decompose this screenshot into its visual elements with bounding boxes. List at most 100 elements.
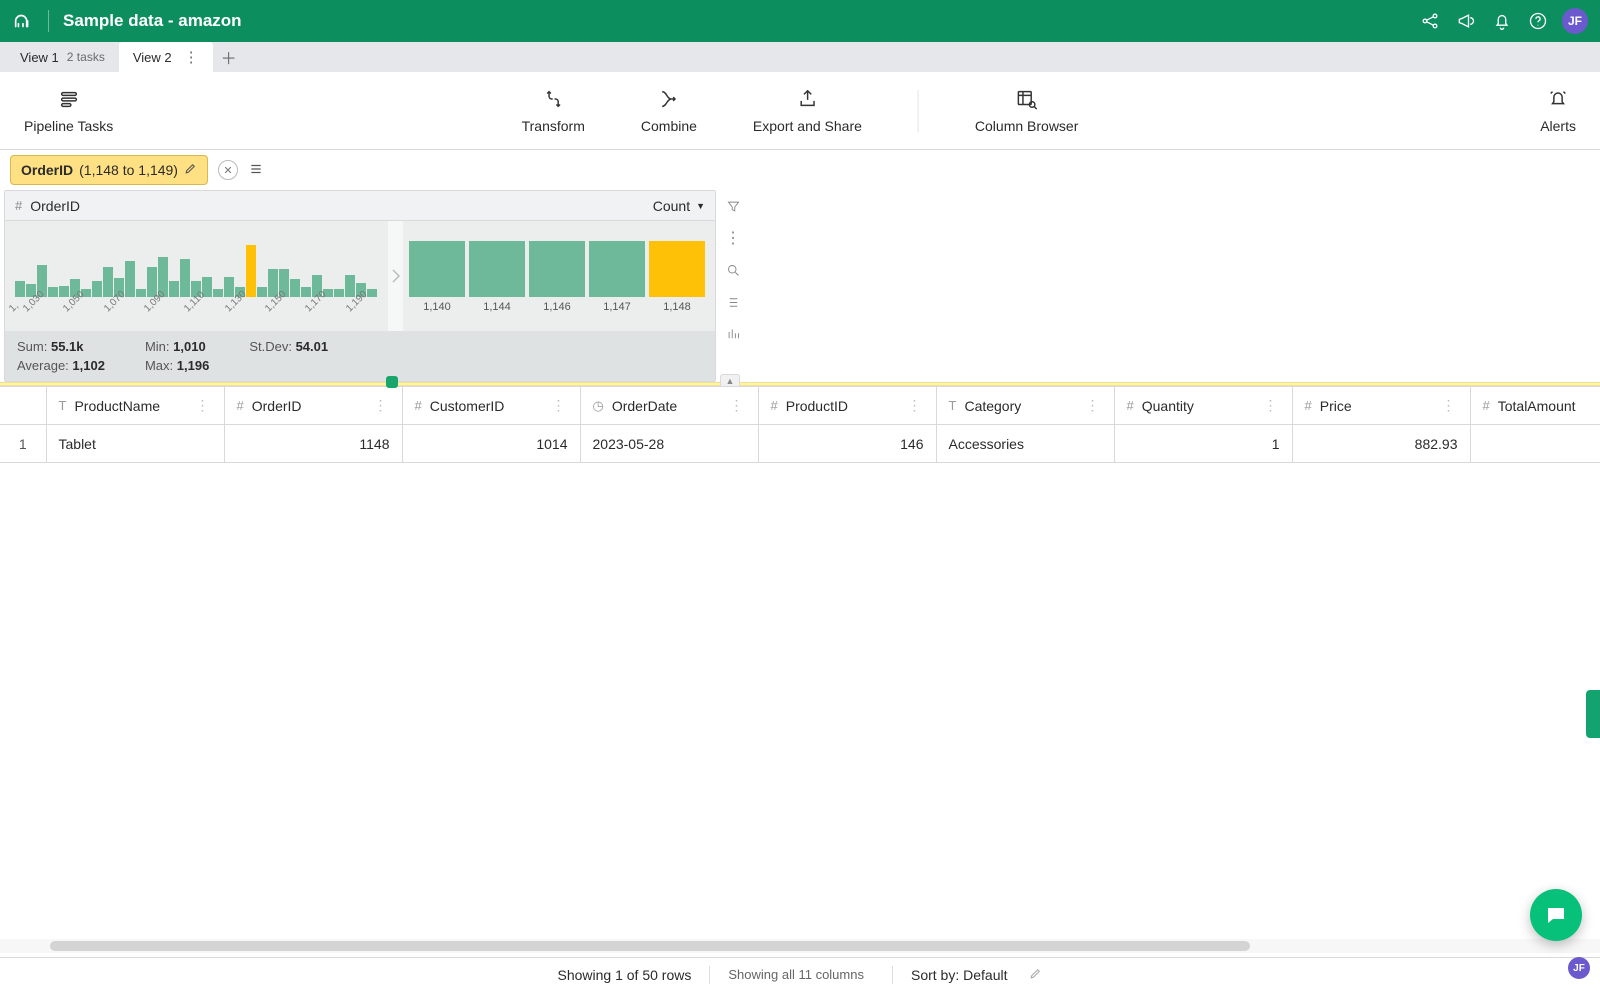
tab-view-1[interactable]: View 1 2 tasks xyxy=(6,42,119,72)
cell-category[interactable]: Accessories xyxy=(936,425,1114,463)
column-header-totalamount[interactable]: #TotalAmount⋮ xyxy=(1470,387,1600,425)
histogram-bar[interactable] xyxy=(103,267,113,297)
chart-panel-wrap: # OrderID Count ▼ 1,0301,0501,0701,0901,… xyxy=(0,190,1600,382)
cell-productname[interactable]: Tablet xyxy=(46,425,224,463)
column-more-icon[interactable]: ⋮ xyxy=(194,397,212,414)
combine-button[interactable]: Combine xyxy=(641,88,697,134)
add-tab-button[interactable]: ＋ xyxy=(213,42,245,72)
column-header-customerid[interactable]: #CustomerID⋮ xyxy=(402,387,580,425)
funnel-icon[interactable] xyxy=(723,196,743,216)
histogram-bar[interactable] xyxy=(15,281,25,297)
cell-productid[interactable]: 146 xyxy=(758,425,936,463)
chevron-down-icon: ▼ xyxy=(696,201,705,211)
histogram-bar[interactable] xyxy=(169,281,179,297)
filter-chip[interactable]: OrderID (1,148 to 1,149) xyxy=(10,155,208,185)
footer-sort: Sort by: Default xyxy=(911,967,1008,983)
row-index-header xyxy=(0,387,46,425)
search-icon[interactable] xyxy=(723,260,743,280)
side-drawer-handle[interactable] xyxy=(1586,690,1600,738)
filter-menu-icon[interactable] xyxy=(248,162,264,179)
cell-customerid[interactable]: 1014 xyxy=(402,425,580,463)
histogram-bar[interactable] xyxy=(180,259,190,297)
tab-more-icon[interactable]: ⋮ xyxy=(184,50,199,65)
histogram-bar[interactable] xyxy=(246,245,256,297)
top-value-bar[interactable] xyxy=(409,241,465,297)
footer-cols: Showing all 11 columns xyxy=(728,967,864,982)
top-value-bar[interactable] xyxy=(469,241,525,297)
cell-totalamount[interactable] xyxy=(1470,425,1600,463)
histogram-bar[interactable] xyxy=(257,287,267,297)
column-name: ProductID xyxy=(786,398,848,414)
chat-fab[interactable] xyxy=(1530,889,1582,941)
column-header-quantity[interactable]: #Quantity⋮ xyxy=(1114,387,1292,425)
announce-icon[interactable] xyxy=(1448,3,1484,39)
type-icon: # xyxy=(1483,398,1490,413)
column-header-price[interactable]: #Price⋮ xyxy=(1292,387,1470,425)
transform-button[interactable]: Transform xyxy=(522,88,585,134)
column-more-icon[interactable]: ⋮ xyxy=(550,397,568,414)
cell-orderdate[interactable]: 2023-05-28 xyxy=(580,425,758,463)
clear-filter-button[interactable]: ✕ xyxy=(218,160,238,180)
column-header-productid[interactable]: #ProductID⋮ xyxy=(758,387,936,425)
histogram-bar[interactable] xyxy=(48,287,58,297)
histogram-bar[interactable] xyxy=(345,275,355,297)
column-header-orderid[interactable]: #OrderID⋮ xyxy=(224,387,402,425)
column-more-icon[interactable]: ⋮ xyxy=(728,397,746,414)
top-values-chart[interactable]: 1,1401,1441,1461,1471,148 xyxy=(403,221,715,331)
bars-view-icon[interactable] xyxy=(723,324,743,344)
histogram-chart[interactable]: 1,0301,0501,0701,0901,1101,1301,1501,170… xyxy=(5,221,388,331)
filter-column: OrderID xyxy=(21,162,73,178)
app-logo[interactable] xyxy=(12,10,34,32)
cell-orderid[interactable]: 1148 xyxy=(224,425,402,463)
column-more-icon[interactable]: ⋮ xyxy=(1084,397,1102,414)
column-name: Price xyxy=(1320,398,1352,414)
tab-view-2[interactable]: View 2 ⋮ xyxy=(119,42,213,72)
top-value-bar[interactable] xyxy=(529,241,585,297)
column-header-category[interactable]: TCategory⋮ xyxy=(936,387,1114,425)
horizontal-scrollbar[interactable] xyxy=(0,939,1600,953)
tab-label: View 2 xyxy=(133,50,172,65)
pencil-icon[interactable] xyxy=(1029,967,1042,983)
column-browser-button[interactable]: Column Browser xyxy=(975,88,1078,134)
histogram-bar[interactable] xyxy=(334,289,344,297)
presence-avatar[interactable]: JF xyxy=(1568,957,1590,979)
column-more-icon[interactable]: ⋮ xyxy=(1440,397,1458,414)
column-header-productname[interactable]: TProductName⋮ xyxy=(46,387,224,425)
histogram-bar[interactable] xyxy=(125,261,135,297)
bell-icon[interactable] xyxy=(1484,3,1520,39)
alerts-button[interactable]: Alerts xyxy=(1540,88,1576,134)
rail-more-icon[interactable]: ⋮ xyxy=(723,228,743,248)
pipeline-tasks-button[interactable]: Pipeline Tasks xyxy=(24,88,113,134)
histogram-bar[interactable] xyxy=(213,289,223,297)
chart-mode-dropdown[interactable]: Count ▼ xyxy=(653,198,705,214)
share-icon[interactable] xyxy=(1412,3,1448,39)
top-value-bar[interactable] xyxy=(589,241,645,297)
histogram-bar[interactable] xyxy=(59,286,69,297)
help-icon[interactable] xyxy=(1520,3,1556,39)
scrollbar-thumb[interactable] xyxy=(50,941,1250,951)
export-button[interactable]: Export and Share xyxy=(753,88,862,134)
cell-quantity[interactable]: 1 xyxy=(1114,425,1292,463)
table-row[interactable]: 1Tablet114810142023-05-28146Accessories1… xyxy=(0,425,1600,463)
grid-header-row: TProductName⋮#OrderID⋮#CustomerID⋮◷Order… xyxy=(0,387,1600,425)
top-value-bar[interactable] xyxy=(649,241,705,297)
column-more-icon[interactable]: ⋮ xyxy=(906,397,924,414)
histogram-bar[interactable] xyxy=(290,279,300,297)
histogram-bar[interactable] xyxy=(136,289,146,297)
pencil-icon[interactable] xyxy=(184,162,197,178)
type-icon: T xyxy=(949,398,957,413)
list-view-icon[interactable] xyxy=(723,292,743,312)
user-avatar[interactable]: JF xyxy=(1562,8,1588,34)
histogram-bar[interactable] xyxy=(224,277,234,297)
chart-divider xyxy=(388,221,403,331)
column-header-orderdate[interactable]: ◷OrderDate⋮ xyxy=(580,387,758,425)
chart-panel-header: # OrderID Count ▼ xyxy=(5,191,715,221)
histogram-bar[interactable] xyxy=(301,287,311,297)
alerts-icon xyxy=(1547,88,1569,110)
data-grid: TProductName⋮#OrderID⋮#CustomerID⋮◷Order… xyxy=(0,386,1600,463)
column-more-icon[interactable]: ⋮ xyxy=(372,397,390,414)
chart-panel-body: 1,0301,0501,0701,0901,1101,1301,1501,170… xyxy=(5,221,715,331)
histogram-bar[interactable] xyxy=(92,281,102,297)
cell-price[interactable]: 882.93 xyxy=(1292,425,1470,463)
column-more-icon[interactable]: ⋮ xyxy=(1262,397,1280,414)
